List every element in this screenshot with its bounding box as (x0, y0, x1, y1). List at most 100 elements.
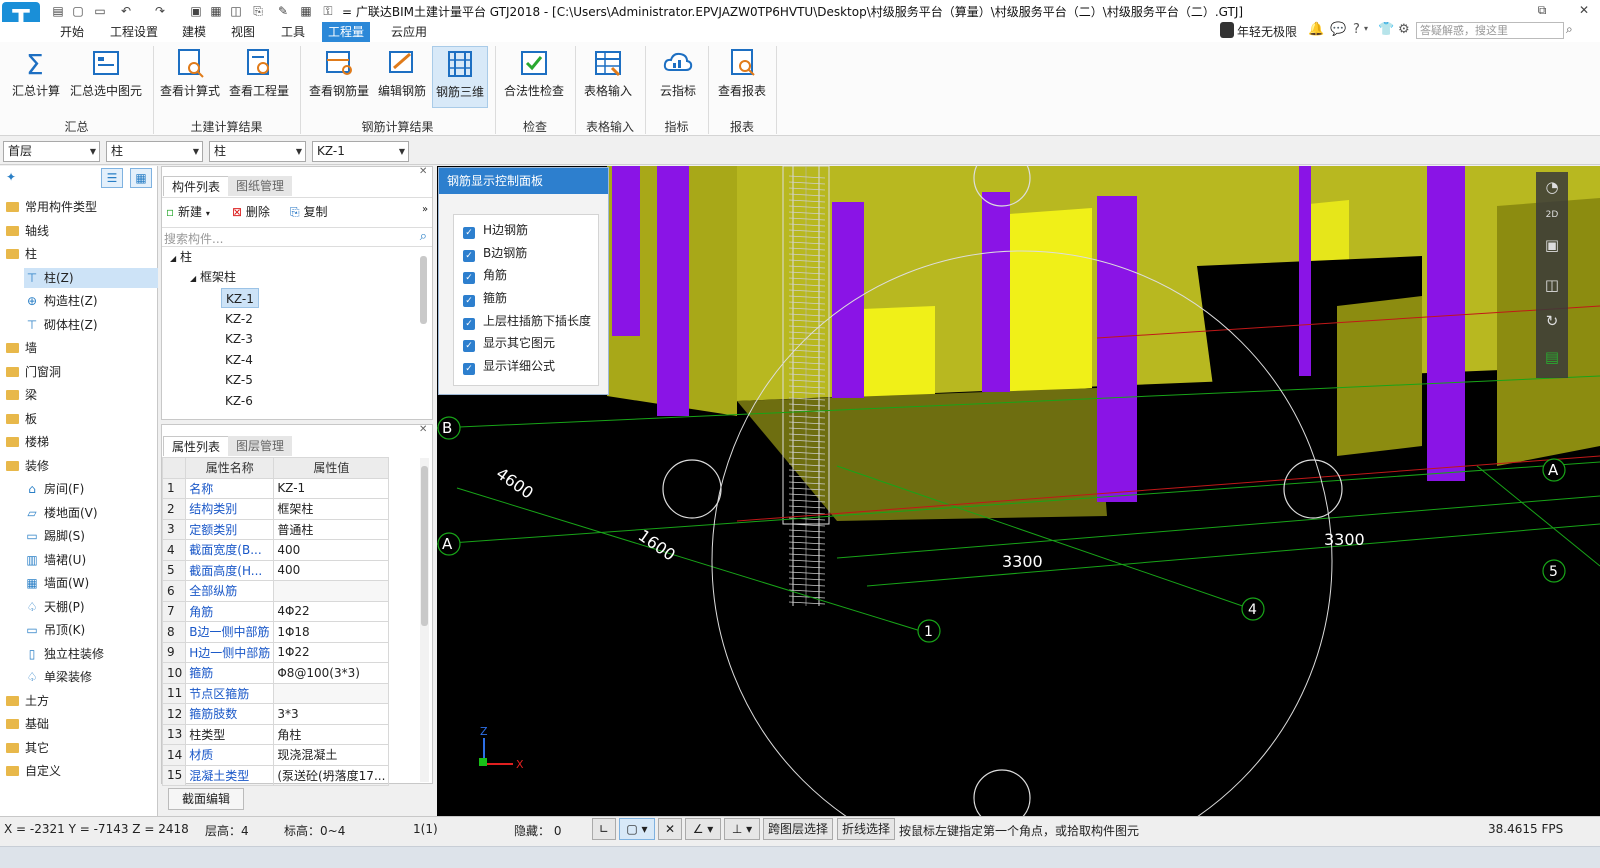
property-value[interactable]: 400 (273, 559, 390, 581)
property-value[interactable] (273, 580, 390, 602)
tab-property-list[interactable]: 属性列表 (163, 436, 230, 456)
scrollbar-thumb[interactable] (420, 256, 427, 324)
nav-tree-item[interactable]: ♤ 天棚(P) (24, 597, 85, 617)
property-row[interactable]: 5 截面高度(H... 400 (161, 559, 390, 581)
nav-tree-item[interactable]: 其它 (6, 738, 49, 758)
nav-tree-item[interactable]: 柱 (6, 244, 37, 264)
property-row[interactable]: 10 箍筋 Φ8@100(3*3) (161, 662, 390, 684)
property-value[interactable] (273, 682, 390, 704)
search-icon[interactable]: ⌕ (420, 229, 427, 244)
new-file-icon[interactable]: ▢ (70, 3, 86, 19)
section-edit-button[interactable]: 截面编辑 (168, 788, 244, 810)
property-value[interactable]: KZ-1 (273, 477, 390, 499)
list-view-icon[interactable]: ☰ (101, 168, 123, 188)
grid-icon[interactable]: ▦ (298, 3, 314, 19)
property-value[interactable]: Φ8@100(3*3) (273, 662, 390, 684)
validity-check-button[interactable]: 合法性检查 (500, 46, 568, 108)
checkbox-checked-icon[interactable]: ✓ (463, 249, 475, 262)
component-search-input[interactable]: 搜索构件... ⌕ (162, 227, 432, 247)
property-row[interactable]: 15 混凝土类型 (泵送砼(坍落度17... (161, 764, 390, 786)
menu-quantities[interactable]: 工程量 (322, 22, 371, 42)
nav-tree-item[interactable]: 梁 (6, 385, 37, 405)
property-value[interactable]: 4Φ22 (273, 600, 390, 622)
property-row[interactable]: 9 H边一侧中部筋 1Φ22 (161, 641, 390, 663)
nav-tree-item[interactable]: 轴线 (6, 221, 49, 241)
nav-tree-item[interactable]: 楼梯 (6, 432, 49, 452)
category-select[interactable]: 柱 ▼ (106, 141, 203, 162)
checkbox-checked-icon[interactable]: ✓ (463, 363, 475, 376)
nav-tree-item[interactable]: ⊤ 砌体柱(Z) (24, 315, 98, 335)
property-row[interactable]: 13 柱类型 角柱 (161, 723, 390, 745)
component-select[interactable]: KZ-1 ▼ (312, 141, 409, 162)
menu-tools[interactable]: 工具 (275, 22, 311, 42)
cross-icon[interactable]: ✕ (658, 818, 682, 840)
nav-tree-item[interactable]: ⌂ 房间(F) (24, 479, 84, 499)
checkbox-checked-icon[interactable]: ✓ (463, 272, 475, 285)
property-value[interactable]: (泵送砼(坍落度17... (273, 764, 390, 786)
view-report-button[interactable]: 查看报表 (714, 46, 770, 108)
3d-viewport[interactable]: B A A 1 4 5 4600 1600 3300 3300 Z X ◔ 2D… (437, 166, 1600, 816)
nav-tree-item[interactable]: 板 (6, 409, 37, 429)
property-row[interactable]: 3 定额类别 普通柱 (161, 518, 390, 540)
nav-tree-item[interactable]: ▱ 楼地面(V) (24, 503, 97, 523)
toolbar-icon[interactable]: ▣ (188, 3, 204, 19)
table-input-button[interactable]: 表格输入 (580, 46, 636, 108)
bell-icon[interactable]: 🔔 (1308, 22, 1324, 37)
component-item[interactable]: KZ-5 (221, 370, 257, 390)
tree-group-frame-column[interactable]: ◢ 框架柱 (190, 267, 236, 287)
avatar[interactable] (1220, 22, 1234, 38)
property-row[interactable]: 2 结构类别 框架柱 (161, 498, 390, 520)
rebar-option-checkbox[interactable]: ✓ B边钢筋 (463, 242, 591, 265)
chat-icon[interactable]: 💬 (1330, 22, 1346, 37)
rebar-option-checkbox[interactable]: ✓ H边钢筋 (463, 219, 591, 242)
tab-layer-management[interactable]: 图层管理 (228, 436, 293, 456)
property-row[interactable]: 7 角筋 4Φ22 (161, 600, 390, 622)
property-row[interactable]: 4 截面宽度(B... 400 (161, 539, 390, 561)
cloud-index-button[interactable]: 云指标 (652, 46, 704, 108)
nav-tree-item[interactable]: 常用构件类型 (6, 197, 97, 217)
copy-component-button[interactable]: ⎘ 复制 (290, 203, 327, 220)
nav-tree-item[interactable]: 门窗洞 (6, 362, 61, 382)
property-value[interactable]: 框架柱 (273, 498, 390, 520)
nav-tree-item[interactable]: 土方 (6, 691, 49, 711)
checkbox-checked-icon[interactable]: ✓ (463, 317, 475, 330)
property-row[interactable]: 11 节点区箍筋 (161, 682, 390, 704)
property-value[interactable]: 1Φ18 (273, 621, 390, 643)
nav-tree-item[interactable]: 墙 (6, 338, 37, 358)
cross-layer-select-button[interactable]: 跨图层选择 (763, 818, 834, 840)
component-item[interactable]: KZ-1 (221, 288, 259, 308)
nav-tree-item[interactable]: 装修 (6, 456, 49, 476)
2d-view-icon[interactable]: 2D (1541, 210, 1563, 228)
rebar-3d-button[interactable]: 钢筋三维 (432, 46, 488, 108)
checkbox-checked-icon[interactable]: ✓ (463, 340, 475, 353)
toolbar-icon[interactable]: ◫ (228, 3, 244, 19)
redo-icon[interactable]: ↷ (152, 3, 168, 19)
rebar-option-checkbox[interactable]: ✓ 上层柱插筋下插长度 (463, 310, 591, 333)
user-name[interactable]: 年轻无极限 (1237, 23, 1297, 40)
property-value[interactable]: 角柱 (273, 723, 390, 745)
property-value[interactable]: 普通柱 (273, 518, 390, 540)
close-icon[interactable]: ✕ (1570, 1, 1598, 19)
tab-component-list[interactable]: 构件列表 (163, 176, 230, 196)
close-icon[interactable]: ✕ (419, 166, 427, 177)
checkbox-checked-icon[interactable]: ✓ (463, 295, 475, 308)
nav-tree-item[interactable]: ▯ 独立柱装修 (24, 644, 104, 664)
view-quantity-button[interactable]: 查看工程量 (226, 46, 292, 108)
more-icon[interactable]: » (422, 204, 428, 215)
rebar-option-checkbox[interactable]: ✓ 显示详细公式 (463, 355, 591, 378)
box-view-icon[interactable]: ◫ (1541, 276, 1563, 298)
toolbar-icon[interactable]: ▦ (208, 3, 224, 19)
property-value[interactable]: 3*3 (273, 703, 390, 725)
snap-icon[interactable]: ⊥ ▾ (724, 818, 760, 840)
help-icon[interactable]: ? (1353, 22, 1360, 37)
menu-modeling[interactable]: 建模 (176, 22, 212, 42)
nav-tree-item[interactable]: ▭ 吊顶(K) (24, 620, 85, 640)
component-item[interactable]: KZ-3 (221, 329, 257, 349)
rebar-option-checkbox[interactable]: ✓ 显示其它图元 (463, 332, 591, 355)
property-row[interactable]: 8 B边一侧中部筋 1Φ18 (161, 621, 390, 643)
tree-root-column[interactable]: ◢ 柱 (170, 247, 192, 267)
nav-tree-item[interactable]: ⊤ 柱(Z) (24, 267, 158, 288)
summary-selected-button[interactable]: 汇总选中图元 (66, 46, 146, 108)
floor-select[interactable]: 首层 ▼ (3, 141, 100, 162)
open-file-icon[interactable]: ▭ (92, 3, 108, 19)
